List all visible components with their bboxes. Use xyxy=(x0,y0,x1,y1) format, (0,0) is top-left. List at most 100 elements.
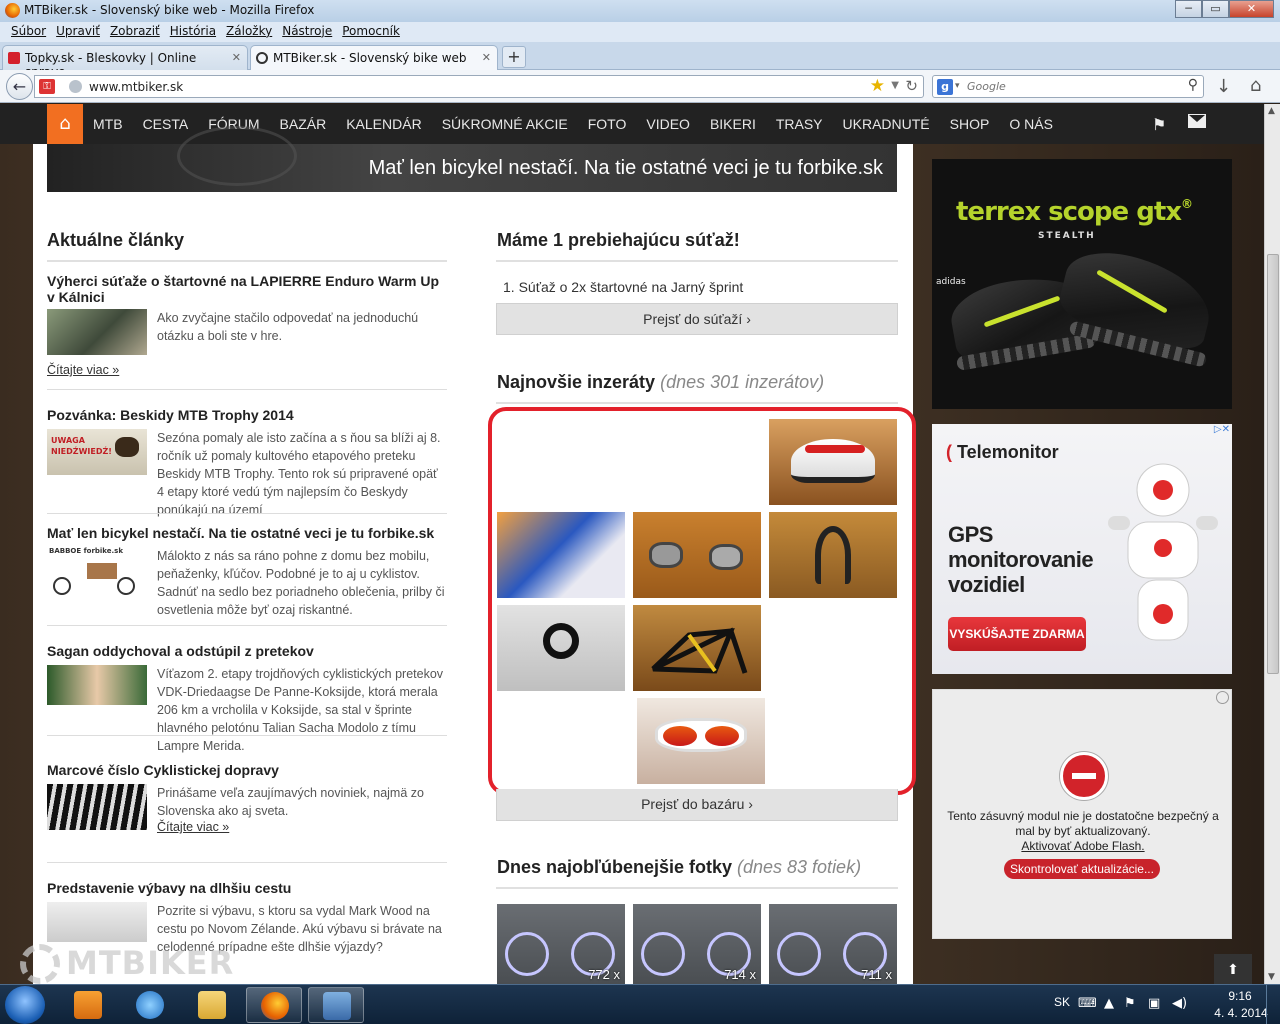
menu-help[interactable]: Pomocník xyxy=(337,22,405,42)
new-tab-button[interactable]: + xyxy=(502,46,526,68)
maximize-button[interactable]: ▭ xyxy=(1202,0,1229,18)
nav-item-bikeri[interactable]: BIKERI xyxy=(700,104,766,144)
scroll-down-icon[interactable]: ▼ xyxy=(1268,972,1275,982)
article-title[interactable]: Predstavenie výbavy na dlhšiu cestu xyxy=(47,880,447,896)
taskbar-firefox[interactable] xyxy=(246,987,302,1023)
mail-icon[interactable] xyxy=(1188,114,1206,128)
scroll-up-icon[interactable]: ▲ xyxy=(1268,106,1275,116)
firefox-icon xyxy=(5,3,20,18)
try-free-button[interactable]: VYSKÚŠAJTE ZDARMA xyxy=(948,617,1086,651)
scrollbar-thumb[interactable] xyxy=(1267,254,1279,674)
taskbar-outlook[interactable] xyxy=(60,987,116,1023)
clock-time[interactable]: 9:16 xyxy=(1220,989,1260,1003)
classified-ad-brake[interactable] xyxy=(769,512,897,598)
article-thumbnail[interactable]: UWAGA NIEDŹWIEDŹ! xyxy=(47,429,147,475)
article-title[interactable]: Mať len bicykel nestačí. Na tie ostatné … xyxy=(47,525,447,541)
classified-ad-pedals[interactable] xyxy=(633,512,761,598)
taskbar-explorer[interactable] xyxy=(184,987,240,1023)
photo-thumbnail[interactable]: 772 x xyxy=(497,904,625,984)
tab-mtbiker[interactable]: MTBiker.sk - Slovenský bike web ✕ xyxy=(250,45,498,70)
article-title[interactable]: Sagan oddychoval a odstúpil z pretekov xyxy=(47,643,447,659)
article-thumbnail[interactable] xyxy=(47,665,147,705)
back-button[interactable]: ← xyxy=(6,73,33,100)
nav-item-video[interactable]: VIDEO xyxy=(636,104,700,144)
volume-icon[interactable]: ◀) xyxy=(1172,996,1187,1011)
url-bar[interactable]: ⚿ www.mtbiker.sk ★ ▼ ↻ xyxy=(34,75,924,98)
tray-expand-icon[interactable]: ▲ xyxy=(1104,996,1114,1011)
tab-close-icon[interactable]: ✕ xyxy=(232,51,241,64)
search-input[interactable] xyxy=(967,78,1177,95)
menu-history[interactable]: História xyxy=(165,22,221,42)
scroll-to-top-button[interactable]: ⬆ xyxy=(1214,954,1252,984)
article-thumbnail[interactable]: BABBOE forbike.sk xyxy=(47,547,147,597)
download-icon[interactable]: ↓ xyxy=(1216,76,1231,97)
article-title[interactable]: Výherci súťaže o štartovné na LAPIERRE E… xyxy=(47,273,447,305)
go-to-bazaar-button[interactable]: Prejsť do bazáru › xyxy=(496,789,898,821)
google-engine-icon[interactable]: g xyxy=(937,79,953,95)
nav-item-foto[interactable]: FOTO xyxy=(578,104,637,144)
check-updates-button[interactable]: Skontrolovať aktualizácie... xyxy=(1004,859,1160,879)
start-button[interactable] xyxy=(5,986,45,1024)
language-indicator[interactable]: SK xyxy=(1054,995,1070,1009)
classified-ad-jersey[interactable] xyxy=(497,512,625,598)
page-scrollbar[interactable]: ▲ ▼ xyxy=(1264,104,1280,984)
flag-icon[interactable]: ⚑ xyxy=(1152,115,1166,134)
telemonitor-advertisement[interactable]: ( Telemonitor GPS monitorovanie vozidiel… xyxy=(932,424,1232,674)
site-identity-icon[interactable]: ⚿ xyxy=(39,79,55,94)
pedal-graphic xyxy=(709,544,743,570)
nav-item-ukradnute[interactable]: UKRADNUTÉ xyxy=(833,104,940,144)
action-center-flag-icon[interactable]: ⚑ xyxy=(1124,996,1136,1011)
minimize-button[interactable]: ─ xyxy=(1175,0,1202,18)
article-thumbnail[interactable] xyxy=(47,309,147,355)
engine-dropdown-icon[interactable]: ▾ xyxy=(955,81,960,91)
menu-file[interactable]: Súbor xyxy=(6,22,51,42)
url-dropdown-icon[interactable]: ▼ xyxy=(891,80,899,91)
menu-bookmarks[interactable]: Záložky xyxy=(221,22,277,42)
search-bar[interactable]: g ▾ ⚲ xyxy=(932,75,1204,98)
read-more-link[interactable]: Čítajte viac » xyxy=(47,363,119,377)
reload-icon[interactable]: ↻ xyxy=(905,77,918,95)
nav-item-sukromne-akcie[interactable]: SÚKROMNÉ AKCIE xyxy=(432,104,578,144)
adidas-advertisement[interactable]: terrex scope gtx® STEALTH adidas xyxy=(932,159,1232,409)
menu-tools[interactable]: Nástroje xyxy=(277,22,337,42)
classified-ad-frame[interactable] xyxy=(633,605,761,691)
classified-ad-seat-clamp[interactable] xyxy=(497,605,625,691)
ad-choices-icon[interactable]: ▷✕ xyxy=(1214,424,1230,435)
thumbnail-sign-text: UWAGA NIEDŹWIEDŹ! xyxy=(51,436,112,456)
nav-item-o-nas[interactable]: O NÁS xyxy=(999,104,1063,144)
taskbar-internet-explorer[interactable] xyxy=(122,987,178,1023)
bookmark-star-icon[interactable]: ★ xyxy=(870,76,885,96)
classified-ad-helmet[interactable] xyxy=(769,419,897,505)
url-text[interactable]: www.mtbiker.sk xyxy=(89,80,183,94)
network-icon[interactable]: ▣ xyxy=(1148,996,1160,1011)
go-to-contests-button[interactable]: Prejsť do súťaží › xyxy=(496,303,898,335)
taskbar-app[interactable] xyxy=(308,987,364,1023)
article-title[interactable]: Pozvánka: Beskidy MTB Trophy 2014 xyxy=(47,407,447,423)
read-more-link[interactable]: Čítajte viac » xyxy=(157,820,229,834)
photo-thumbnail[interactable]: 714 x xyxy=(633,904,761,984)
menu-edit[interactable]: Upraviť xyxy=(51,22,105,42)
menu-view[interactable]: Zobraziť xyxy=(105,22,165,42)
site-home-icon[interactable]: ⌂ xyxy=(47,104,83,144)
forbike-banner[interactable]: Mať len bicykel nestačí. Na tie ostatné … xyxy=(47,126,897,192)
keyboard-icon[interactable]: ⌨ xyxy=(1078,996,1097,1011)
blocked-plugin-icon[interactable] xyxy=(1060,752,1108,800)
photos-heading: Dnes najobľúbenejšie fotky (dnes 83 foti… xyxy=(497,857,861,878)
photo-thumbnail[interactable]: 711 x xyxy=(769,904,897,984)
close-window-button[interactable]: ✕ xyxy=(1229,0,1274,18)
show-desktop-button[interactable] xyxy=(1266,985,1280,1024)
tab-topky[interactable]: Topky.sk - Bleskovky | Online spravo... … xyxy=(2,45,248,79)
article-title[interactable]: Marcové číslo Cyklistickej dopravy xyxy=(47,762,447,778)
contest-list-item[interactable]: 1. Súťaž o 2x štartovné na Jarný šprint xyxy=(503,279,743,295)
article-thumbnail[interactable] xyxy=(47,784,147,830)
plugin-corner-icon xyxy=(1216,691,1229,704)
nav-item-kalendar[interactable]: KALENDÁR xyxy=(336,104,431,144)
search-icon[interactable]: ⚲ xyxy=(1188,77,1198,93)
classified-ad-sunglasses[interactable] xyxy=(637,698,765,784)
activate-flash-link[interactable]: Aktivovať Adobe Flash. xyxy=(933,839,1233,853)
nav-item-shop[interactable]: SHOP xyxy=(940,104,1000,144)
nav-item-trasy[interactable]: TRASY xyxy=(766,104,833,144)
home-icon[interactable]: ⌂ xyxy=(1250,75,1261,96)
nav-item-mtb[interactable]: MTB xyxy=(83,104,133,144)
tab-close-icon[interactable]: ✕ xyxy=(482,51,491,64)
